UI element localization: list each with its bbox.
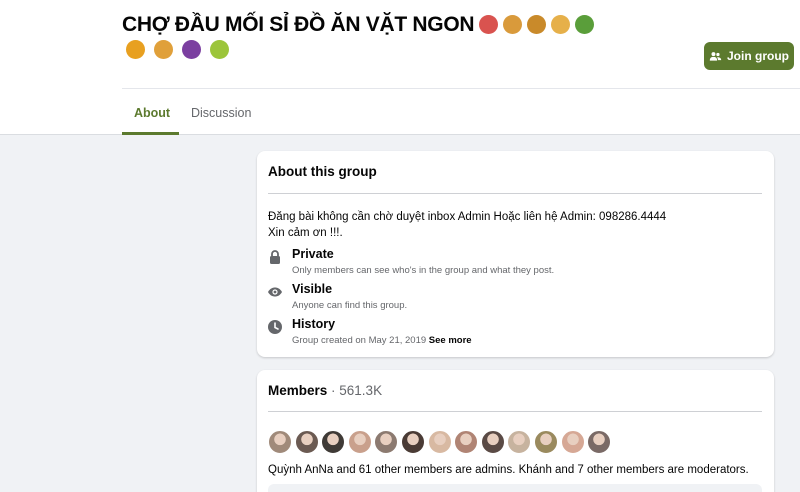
header-divider	[122, 88, 800, 89]
join-group-label: Join group	[727, 49, 789, 63]
admins-summary: Quỳnh AnNa and 61 other members are admi…	[268, 464, 749, 476]
members-separator: ·	[327, 383, 340, 398]
spaghetti-emoji	[551, 15, 571, 34]
members-count: 561.3K	[339, 383, 383, 398]
see-more-link[interactable]: See more	[429, 335, 472, 346]
member-avatar[interactable]	[533, 430, 558, 454]
members-card-title: Members · 561.3K	[268, 383, 382, 398]
privacy-description: Only members can see who's in the group …	[292, 265, 555, 276]
members-card-divider	[268, 411, 762, 412]
member-avatar[interactable]	[294, 430, 319, 454]
members-footer-strip	[268, 484, 762, 492]
member-avatar[interactable]	[268, 430, 292, 454]
description-line-2: Xin cảm ơn !!!.	[268, 227, 343, 239]
visibility-label: Visible	[292, 282, 333, 296]
lock-icon	[270, 250, 280, 264]
member-avatar[interactable]	[347, 430, 372, 454]
group-created-date: Group created on May 21, 2019	[292, 335, 427, 346]
privacy-label: Private	[292, 247, 334, 261]
member-avatar[interactable]	[427, 430, 452, 454]
tab-discussion-label: Discussion	[191, 106, 252, 120]
member-avatar[interactable]	[454, 430, 479, 454]
member-avatar[interactable]	[560, 430, 585, 454]
about-card-title: About this group	[268, 164, 377, 179]
bacon-emoji	[479, 15, 499, 34]
pretzel-emoji	[503, 15, 523, 34]
eye-icon	[268, 287, 282, 297]
tab-discussion[interactable]: Discussion	[191, 106, 251, 120]
description-line-1: Đăng bài không cần chờ duyệt inbox Admin…	[268, 211, 667, 223]
history-label: History	[292, 317, 336, 331]
grapes-emoji	[182, 40, 201, 59]
member-avatar[interactable]	[321, 430, 346, 454]
clock-icon	[268, 320, 282, 334]
group-header: CHỢ ĐẦU MỐI SỈ ĐỒ ĂN VẶT NGON Join group…	[0, 0, 800, 135]
about-card: About this group Đăng bài không cần chờ …	[257, 151, 774, 357]
salad-emoji	[575, 15, 595, 34]
group-description: Đăng bài không cần chờ duyệt inbox Admin…	[268, 209, 666, 241]
member-avatar[interactable]	[507, 430, 532, 454]
tab-about-label: About	[134, 106, 171, 120]
members-card: Members · 561.3K Quỳnh AnNa and 61 other…	[257, 370, 774, 492]
join-group-button[interactable]: Join group	[704, 42, 794, 70]
members-label: Members	[268, 383, 328, 398]
tab-about[interactable]: About	[134, 106, 170, 120]
pear-emoji	[210, 40, 229, 59]
member-avatar[interactable]	[400, 430, 425, 454]
about-card-divider	[268, 193, 762, 194]
title-emojis	[474, 13, 595, 36]
member-avatar[interactable]	[480, 430, 505, 454]
taco-emoji	[527, 15, 547, 34]
people-icon	[709, 51, 722, 61]
member-avatars	[268, 430, 614, 454]
member-avatar[interactable]	[374, 430, 399, 454]
group-title: CHỢ ĐẦU MỐI SỈ ĐỒ ĂN VẶT NGON	[122, 12, 642, 38]
title-emojis-row2	[126, 40, 238, 61]
pizza-emoji	[154, 40, 173, 59]
history-description: Group created on May 21, 2019 See more	[292, 335, 472, 346]
active-tab-indicator	[122, 132, 179, 135]
group-title-text: CHỢ ĐẦU MỐI SỈ ĐỒ ĂN VẶT NGON	[122, 13, 475, 36]
french-fries-emoji	[126, 40, 145, 59]
member-avatar[interactable]	[587, 430, 612, 454]
visibility-description: Anyone can find this group.	[292, 300, 408, 311]
